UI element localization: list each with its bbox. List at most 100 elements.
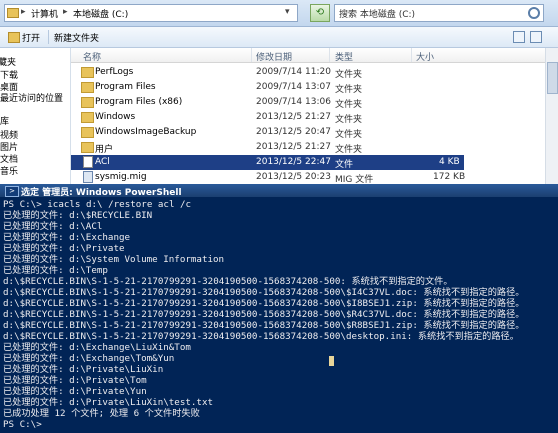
scrollbar-thumb[interactable]: [547, 62, 558, 94]
file-name: 用户: [95, 145, 114, 155]
folder-icon: [81, 112, 94, 123]
file-date: 2009/7/14 13:07: [256, 82, 331, 92]
file-type: 文件夹: [335, 115, 363, 125]
folder-icon: [81, 82, 94, 93]
file-type: 文件夹: [335, 145, 363, 155]
file-date: 2009/7/14 11:20: [256, 67, 331, 77]
console-prompt[interactable]: PS C:\>: [3, 419, 42, 430]
toolbar-divider: [48, 30, 49, 44]
file-date: 2013/12/5 20:47: [256, 127, 331, 137]
breadcrumb-computer[interactable]: 计算机: [31, 7, 58, 20]
powershell-titlebar[interactable]: > 选定 管理员: Windows PowerShell: [0, 184, 558, 198]
console-line-error: d:\$RECYCLE.BIN\S-1-5-21-2170799291-3204…: [3, 309, 525, 320]
powershell-window[interactable]: > 选定 管理员: Windows PowerShell PS C:\> ica…: [0, 184, 558, 433]
file-row[interactable]: WindowsImageBackup 2013/12/5 20:47 文件夹: [71, 125, 464, 140]
sidebar-item-recent[interactable]: 最近访问的位置: [0, 91, 63, 104]
breadcrumb-separator-icon: ▸: [21, 7, 26, 17]
file-type: 文件夹: [335, 70, 363, 80]
file-row[interactable]: 用户 2013/12/5 21:27 文件夹: [71, 140, 464, 155]
view-options-icon[interactable]: [513, 31, 525, 43]
open-icon: [8, 32, 20, 43]
console-summary-line: 已成功处理 12 个文件; 处理 6 个文件时失败: [3, 408, 200, 419]
console-output[interactable]: PS C:\> icacls d:\ /restore acl /c 已处理的文…: [3, 199, 553, 431]
address-bar-area: ▸ 计算机 ▸ 本地磁盘 (C:) ▾ ⟲ 搜索 本地磁盘 (C:): [0, 0, 558, 27]
mig-file-icon: [83, 171, 93, 183]
sidebar-item-favorites[interactable]: 藏夹: [0, 55, 16, 68]
address-dropdown-icon[interactable]: ▾: [285, 7, 290, 17]
file-type: 文件夹: [335, 100, 363, 110]
console-line: 已处理的文件: d:\ACl: [3, 221, 103, 232]
file-date: 2013/12/5 20:23: [256, 172, 331, 182]
document-icon: [83, 156, 93, 168]
console-line: PS C:\> icacls d:\ /restore acl /c: [3, 199, 192, 210]
console-line-error: d:\$RECYCLE.BIN\S-1-5-21-2170799291-3204…: [3, 298, 525, 309]
file-name: Windows: [95, 112, 136, 122]
folder-icon: [81, 67, 94, 78]
file-name: Program Files (x86): [95, 97, 183, 107]
column-divider[interactable]: [329, 48, 330, 62]
console-line: 已处理的文件: d:\Private\Tom: [3, 375, 147, 386]
file-row[interactable]: Program Files 2009/7/14 13:07 文件夹: [71, 80, 464, 95]
navigation-pane: 藏夹 下载 桌面 最近访问的位置 库 视频 图片 文档 音乐: [0, 48, 71, 188]
folder-icon: [81, 97, 94, 108]
column-header-row: 名称 修改日期 类型 大小: [71, 48, 546, 63]
powershell-title: 选定 管理员: Windows PowerShell: [21, 188, 182, 198]
preview-pane-icon[interactable]: [530, 31, 542, 43]
file-type: 文件夹: [335, 85, 363, 95]
powershell-icon: >: [5, 186, 19, 197]
file-date: 2013/12/5 21:27: [256, 142, 331, 152]
column-divider[interactable]: [411, 48, 412, 62]
column-type[interactable]: 类型: [335, 50, 353, 63]
console-line-error: d:\$RECYCLE.BIN\S-1-5-21-2170799291-3204…: [3, 276, 453, 287]
file-row[interactable]: Windows 2013/12/5 21:27 文件夹: [71, 110, 464, 125]
file-name: ACl: [95, 157, 110, 167]
file-row[interactable]: Program Files (x86) 2009/7/14 13:06 文件夹: [71, 95, 464, 110]
computer-icon: [7, 8, 19, 18]
file-name: sysmig.mig: [95, 172, 147, 182]
file-type: 文件夹: [335, 130, 363, 140]
file-type: 文件: [335, 160, 354, 170]
folder-icon: [81, 127, 94, 138]
refresh-icon: ⟲: [315, 7, 325, 18]
console-line: 已处理的文件: d:\Private\LiuXin\test.txt: [3, 397, 214, 408]
search-input[interactable]: 搜索 本地磁盘 (C:): [334, 4, 544, 22]
console-line: 已处理的文件: d:\Private\LiuXin: [3, 364, 164, 375]
column-size[interactable]: 大小: [416, 50, 434, 63]
file-list: 名称 修改日期 类型 大小 PerfLogs 2009/7/14 11:20 文…: [71, 48, 558, 188]
file-size: 172 KB: [433, 172, 466, 182]
file-date: 2009/7/14 13:06: [256, 97, 331, 107]
sidebar-item-music[interactable]: 音乐: [0, 164, 18, 177]
file-name: WindowsImageBackup: [95, 127, 197, 137]
console-line-error: d:\$RECYCLE.BIN\S-1-5-21-2170799291-3204…: [3, 331, 519, 342]
column-date-modified[interactable]: 修改日期: [256, 50, 292, 63]
file-row[interactable]: PerfLogs 2009/7/14 11:20 文件夹: [71, 65, 464, 80]
console-line-error: d:\$RECYCLE.BIN\S-1-5-21-2170799291-3204…: [3, 287, 525, 298]
column-divider[interactable]: [251, 48, 252, 62]
file-date: 2013/12/5 21:27: [256, 112, 331, 122]
file-name: Program Files: [95, 82, 156, 92]
folder-icon: [81, 142, 94, 153]
refresh-button[interactable]: ⟲: [310, 4, 330, 22]
search-icon[interactable]: [528, 7, 540, 19]
console-line: 已处理的文件: d:\Exchange\LiuXin&Tom: [3, 342, 191, 353]
console-line: 已处理的文件: d:\System Volume Information: [3, 254, 225, 265]
file-row[interactable]: sysmig.mig 2013/12/5 20:23 MIG 文件 172 KB: [71, 170, 466, 185]
command-bar: 打开 新建文件夹: [0, 27, 558, 48]
console-line: 已处理的文件: d:\Exchange\Tom&Yun: [3, 353, 175, 364]
breadcrumb-separator-icon: ▸: [63, 7, 68, 17]
explorer-window: ▸ 计算机 ▸ 本地磁盘 (C:) ▾ ⟲ 搜索 本地磁盘 (C:) 打开 新建…: [0, 0, 558, 188]
console-line: 已处理的文件: d:\$RECYCLE.BIN: [3, 210, 153, 221]
address-bar[interactable]: ▸ 计算机 ▸ 本地磁盘 (C:) ▾: [4, 4, 298, 22]
file-row-selected[interactable]: ACl 2013/12/5 22:47 文件 4 KB: [71, 155, 464, 170]
console-line-error: d:\$RECYCLE.BIN\S-1-5-21-2170799291-3204…: [3, 320, 525, 331]
console-line: 已处理的文件: d:\Private\Yun: [3, 386, 147, 397]
search-placeholder: 搜索 本地磁盘 (C:): [339, 10, 416, 20]
console-line: 已处理的文件: d:\Temp: [3, 265, 108, 276]
column-name[interactable]: 名称: [83, 50, 101, 63]
open-button[interactable]: 打开: [22, 31, 40, 44]
new-folder-button[interactable]: 新建文件夹: [54, 31, 99, 44]
breadcrumb-local-disk[interactable]: 本地磁盘 (C:): [73, 7, 128, 20]
console-line: 已处理的文件: d:\Exchange: [3, 232, 131, 243]
file-list-scrollbar[interactable]: [545, 48, 558, 188]
sidebar-item-libraries[interactable]: 库: [0, 114, 9, 127]
